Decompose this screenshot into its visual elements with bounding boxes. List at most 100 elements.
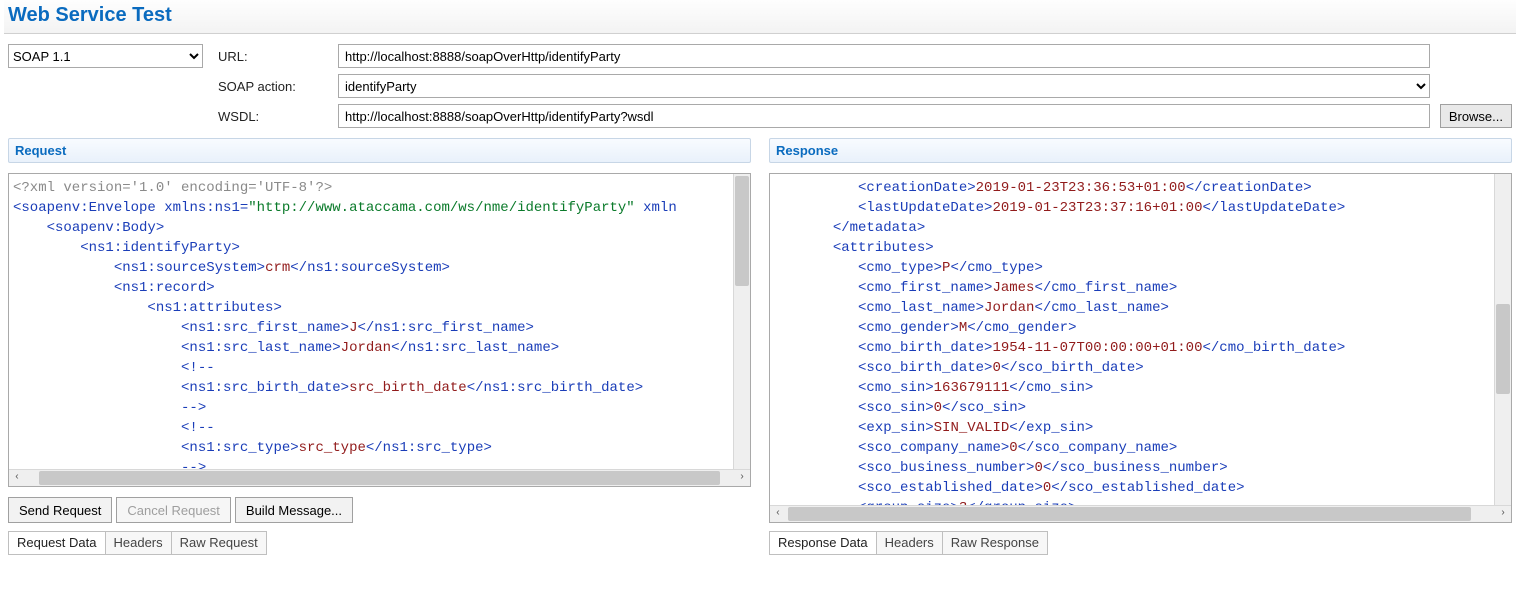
scroll-left-icon[interactable]: ‹ (770, 506, 786, 522)
attr: xmlns:ns1= (164, 200, 248, 216)
page-title: Web Service Test (4, 0, 1516, 34)
tag: <creationDate> (858, 180, 976, 196)
request-xml-content[interactable]: <?xml version='1.0' encoding='UTF-8'?> <… (9, 174, 734, 470)
comment: <!-- (181, 360, 215, 376)
response-xml-content: <creationDate>2019-01-23T23:36:53+01:00<… (770, 174, 1495, 506)
tag: </ns1:src_first_name> (357, 320, 533, 336)
cancel-request-button: Cancel Request (116, 497, 231, 523)
tag: </metadata> (833, 220, 925, 236)
request-button-row: Send Request Cancel Request Build Messag… (8, 497, 751, 523)
request-vertical-scrollbar[interactable] (733, 174, 750, 470)
text: src_type (299, 440, 366, 456)
response-vertical-scrollbar[interactable] (1494, 174, 1511, 506)
wsdl-input[interactable] (338, 104, 1430, 128)
tag: <attributes> (833, 240, 934, 256)
text: M (959, 320, 967, 336)
text: Jordan (984, 300, 1034, 316)
request-pane: Request <?xml version='1.0' encoding='UT… (8, 138, 751, 555)
tag: </cmo_sin> (1009, 380, 1093, 396)
browse-button[interactable]: Browse... (1440, 104, 1512, 128)
tag: </sco_established_date> (1051, 480, 1244, 496)
text: 2019-01-23T23:36:53+01:00 (976, 180, 1186, 196)
xml-declaration: <?xml version='1.0' encoding='UTF-8'?> (13, 180, 332, 196)
tab-request-headers[interactable]: Headers (105, 531, 172, 555)
tag: </cmo_birth_date> (1202, 340, 1345, 356)
tab-raw-request[interactable]: Raw Request (171, 531, 267, 555)
tag: </creationDate> (1186, 180, 1312, 196)
tag: <ns1:attributes> (147, 300, 281, 316)
tag: </sco_business_number> (1043, 460, 1228, 476)
tag: <cmo_sin> (858, 380, 934, 396)
tag: </sco_company_name> (1018, 440, 1178, 456)
tag: <sco_sin> (858, 400, 934, 416)
scroll-left-icon[interactable]: ‹ (9, 470, 25, 486)
request-horizontal-scrollbar[interactable]: ‹ › (9, 469, 750, 486)
tag: <cmo_last_name> (858, 300, 984, 316)
response-pane: Response <creationDate>2019-01-23T23:36:… (769, 138, 1512, 555)
text: 0 (1034, 460, 1042, 476)
tag: <sco_company_name> (858, 440, 1009, 456)
tag: </cmo_last_name> (1034, 300, 1168, 316)
scrollbar-thumb[interactable] (735, 176, 749, 286)
top-form: SOAP 1.1 URL: SOAP action: identifyParty… (4, 34, 1516, 138)
request-tabs: Request Data Headers Raw Request (8, 531, 751, 555)
request-header: Request (8, 138, 751, 163)
scrollbar-thumb[interactable] (788, 507, 1471, 521)
tag: <sco_established_date> (858, 480, 1043, 496)
tab-request-data[interactable]: Request Data (8, 531, 106, 555)
tag: </ns1:sourceSystem> (290, 260, 450, 276)
text: src_birth_date (349, 380, 467, 396)
scroll-right-icon[interactable]: › (734, 470, 750, 486)
response-horizontal-scrollbar[interactable]: ‹ › (770, 505, 1511, 522)
tab-response-headers[interactable]: Headers (876, 531, 943, 555)
tag: <sco_birth_date> (858, 360, 992, 376)
build-message-button[interactable]: Build Message... (235, 497, 353, 523)
soap-version-select[interactable]: SOAP 1.1 (8, 44, 203, 68)
scrollbar-thumb[interactable] (1496, 304, 1510, 394)
text: Jordan (341, 340, 391, 356)
text: 2019-01-23T23:37:16+01:00 (992, 200, 1202, 216)
text: 0 (1043, 480, 1051, 496)
scroll-right-icon[interactable]: › (1495, 506, 1511, 522)
response-xml-viewer[interactable]: <creationDate>2019-01-23T23:36:53+01:00<… (769, 173, 1512, 523)
scrollbar-thumb[interactable] (39, 471, 720, 485)
tag: </ns1:src_type> (366, 440, 492, 456)
response-header: Response (769, 138, 1512, 163)
text: 0 (934, 400, 942, 416)
tab-response-data[interactable]: Response Data (769, 531, 877, 555)
tag: <cmo_first_name> (858, 280, 992, 296)
tag: <cmo_type> (858, 260, 942, 276)
text: 0 (1009, 440, 1017, 456)
tag: <ns1:src_last_name> (181, 340, 341, 356)
tag: <ns1:record> (114, 280, 215, 296)
tag: </lastUpdateDate> (1202, 200, 1345, 216)
text: 0 (992, 360, 1000, 376)
text: SIN_VALID (934, 420, 1010, 436)
tag: <ns1:src_first_name> (181, 320, 349, 336)
request-xml-editor[interactable]: <?xml version='1.0' encoding='UTF-8'?> <… (8, 173, 751, 487)
tag: <soapenv:Body> (47, 220, 165, 236)
attr-val: "http://www.ataccama.com/ws/nme/identify… (248, 200, 634, 216)
response-tabs: Response Data Headers Raw Response (769, 531, 1512, 555)
tag: <sco_business_number> (858, 460, 1034, 476)
tag: <lastUpdateDate> (858, 200, 992, 216)
text: James (992, 280, 1034, 296)
tag: <cmo_gender> (858, 320, 959, 336)
tag: <ns1:src_birth_date> (181, 380, 349, 396)
text: 163679111 (934, 380, 1010, 396)
tag: xmln (635, 200, 677, 216)
comment: <!-- (181, 420, 215, 436)
tag: <ns1:src_type> (181, 440, 299, 456)
tag: <ns1:sourceSystem> (114, 260, 265, 276)
tab-raw-response[interactable]: Raw Response (942, 531, 1048, 555)
comment: --> (181, 400, 206, 416)
tag: <exp_sin> (858, 420, 934, 436)
tag: </cmo_first_name> (1034, 280, 1177, 296)
soap-action-select[interactable]: identifyParty (338, 74, 1430, 98)
send-request-button[interactable]: Send Request (8, 497, 112, 523)
tag: <ns1:identifyParty> (80, 240, 240, 256)
text: crm (265, 260, 290, 276)
url-input[interactable] (338, 44, 1430, 68)
soap-action-label: SOAP action: (218, 79, 328, 94)
tag: </sco_sin> (942, 400, 1026, 416)
